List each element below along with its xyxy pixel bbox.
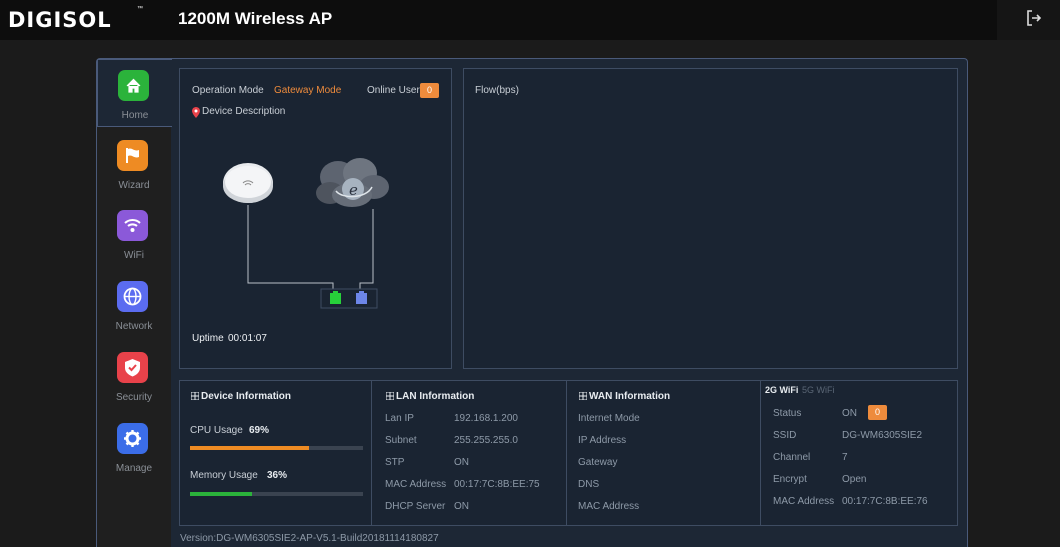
flow-panel: Flow(bps) bbox=[463, 68, 958, 369]
device-description: Device Description bbox=[202, 106, 286, 117]
wifi-status-badge: 0 bbox=[868, 405, 887, 420]
tab-5g-wifi[interactable]: 5G WiFi bbox=[802, 385, 835, 395]
stp-value: ON bbox=[454, 457, 469, 468]
sidebar-item-label: Manage bbox=[115, 463, 153, 474]
lan-ip-value: 192.168.1.200 bbox=[454, 413, 518, 424]
info-grid-icon bbox=[386, 392, 394, 400]
ssid-value: DG-WM6305SIE2 bbox=[842, 430, 923, 441]
home-icon bbox=[118, 70, 149, 101]
flag-icon bbox=[117, 140, 148, 171]
wan-mac-label: MAC Address bbox=[578, 501, 640, 512]
sidebar-item-label: WiFi bbox=[124, 250, 144, 261]
sidebar-item-home[interactable]: Home bbox=[97, 59, 172, 127]
cpu-usage-label: CPU Usage bbox=[190, 425, 243, 436]
dhcp-server-label: DHCP Server bbox=[385, 501, 446, 512]
lan-mac-label: MAC Address bbox=[385, 479, 447, 490]
lan-ip-label: Lan IP bbox=[385, 413, 414, 424]
brand-logo: DIGISOL bbox=[8, 8, 112, 32]
wifi-mac-label: MAC Address bbox=[773, 496, 835, 507]
info-grid-icon bbox=[579, 392, 587, 400]
wifi-icon bbox=[117, 210, 148, 241]
memory-usage-fill bbox=[190, 492, 253, 496]
wan-ip-label: IP Address bbox=[578, 435, 627, 446]
sidebar-item-label: Home bbox=[121, 110, 149, 121]
location-pin-icon bbox=[192, 107, 200, 118]
cpu-usage-fill bbox=[190, 446, 310, 450]
topology-diagram: e bbox=[223, 158, 389, 309]
sidebar-item-network[interactable]: Network bbox=[97, 271, 171, 339]
online-user-badge: 0 bbox=[420, 83, 439, 98]
gear-icon bbox=[117, 423, 148, 454]
dhcp-server-value: ON bbox=[454, 501, 469, 512]
sidebar-item-label: Security bbox=[115, 392, 153, 403]
sidebar-item-label: Wizard bbox=[118, 180, 150, 191]
wifi-mac-value: 00:17:7C:8B:EE:76 bbox=[842, 496, 928, 507]
status-panel: Operation Mode Gateway Mode Online User … bbox=[179, 68, 452, 369]
subnet-label: Subnet bbox=[385, 435, 417, 446]
logo-trademark: ™ bbox=[137, 6, 143, 12]
sidebar: Home Wizard WiFi Network Security Manage bbox=[97, 59, 172, 547]
operation-mode-value: Gateway Mode bbox=[274, 85, 342, 96]
ssid-label: SSID bbox=[773, 430, 797, 441]
online-user-label: Online User bbox=[367, 85, 420, 96]
lan-info-title: LAN Information bbox=[396, 391, 475, 402]
memory-usage-value: 36% bbox=[267, 470, 288, 481]
tab-2g-wifi[interactable]: 2G WiFi bbox=[765, 385, 798, 395]
gateway-label: Gateway bbox=[578, 457, 618, 468]
flow-label: Flow(bps) bbox=[475, 85, 519, 96]
info-panel: Device Information CPU Usage 69% Memory … bbox=[179, 380, 958, 526]
dns-label: DNS bbox=[578, 479, 600, 490]
top-bar: DIGISOL ™ 1200M Wireless AP bbox=[0, 0, 1060, 40]
lan-mac-value: 00:17:7C:8B:EE:75 bbox=[454, 479, 540, 490]
cpu-usage-bar bbox=[190, 446, 363, 450]
stp-label: STP bbox=[385, 457, 405, 468]
operation-mode-label: Operation Mode bbox=[192, 85, 264, 96]
version-text: Version:DG-WM6305SIE2-AP-V5.1-Build20181… bbox=[180, 533, 439, 544]
encrypt-value: Open bbox=[842, 474, 867, 485]
channel-label: Channel bbox=[773, 452, 811, 463]
info-grid-icon bbox=[191, 392, 199, 400]
cpu-usage-value: 69% bbox=[249, 425, 270, 436]
wifi-status-value: ON bbox=[842, 408, 857, 419]
subnet-value: 255.255.255.0 bbox=[454, 435, 518, 446]
shield-icon bbox=[117, 352, 148, 383]
sidebar-item-security[interactable]: Security bbox=[97, 342, 171, 410]
memory-usage-bar bbox=[190, 492, 363, 496]
sidebar-item-wizard[interactable]: Wizard bbox=[97, 130, 171, 198]
sidebar-item-manage[interactable]: Manage bbox=[97, 413, 171, 481]
uptime-label: Uptime bbox=[192, 333, 224, 344]
uptime-value: 00:01:07 bbox=[228, 333, 267, 344]
encrypt-label: Encrypt bbox=[773, 474, 807, 485]
sidebar-item-label: Network bbox=[115, 321, 153, 332]
memory-usage-label: Memory Usage bbox=[190, 470, 258, 481]
wifi-status-label: Status bbox=[773, 408, 802, 419]
sidebar-item-wifi[interactable]: WiFi bbox=[97, 200, 171, 268]
channel-value: 7 bbox=[842, 452, 848, 463]
device-info-title: Device Information bbox=[201, 391, 292, 402]
app-title: 1200M Wireless AP bbox=[178, 9, 333, 28]
internet-mode-label: Internet Mode bbox=[578, 413, 640, 424]
internet-cloud-icon: e bbox=[316, 158, 389, 207]
access-point-icon bbox=[223, 163, 273, 203]
logout-icon[interactable] bbox=[1026, 9, 1042, 27]
wan-info-title: WAN Information bbox=[589, 391, 671, 402]
globe-icon bbox=[117, 281, 148, 312]
